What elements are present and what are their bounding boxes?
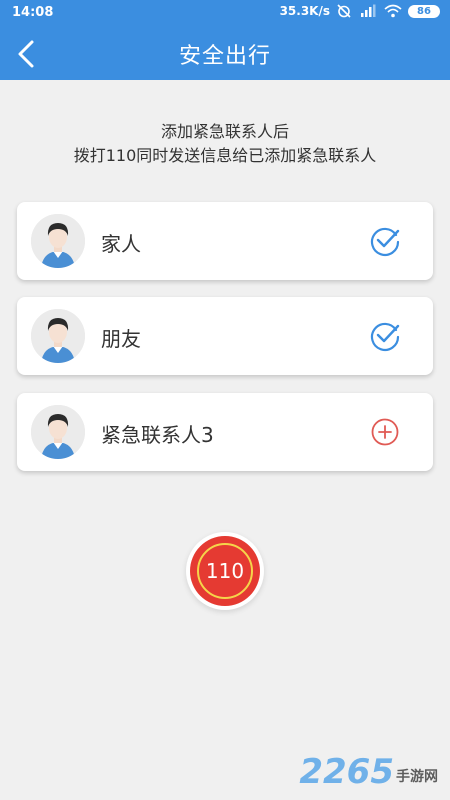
avatar [31,214,85,268]
safe-travel-screen: 14:08 35.3K/s 86 安全出行 添加紧急联系人后 拨打110同时发送… [0,0,450,800]
header-bar: 14:08 35.3K/s 86 安全出行 [0,0,450,80]
person-avatar-icon [31,309,85,363]
contact-name: 紧急联系人3 [101,423,214,447]
network-speed: 35.3K/s [279,4,330,18]
site-watermark: 2265 手游网 [299,752,438,792]
call-110-button[interactable]: 110 [190,536,260,606]
call-110-label: 110 [205,559,245,583]
wifi-icon [384,4,402,18]
avatar [31,309,85,363]
status-time: 14:08 [12,5,54,20]
contact-card[interactable]: 紧急联系人3 [17,393,433,471]
intro-line-2: 拨打110同时发送信息给已添加紧急联系人 [73,146,377,165]
status-bar: 14:08 35.3K/s 86 [0,0,450,26]
contact-card[interactable]: 家人 [17,202,433,280]
nav-bar: 安全出行 [0,26,450,80]
watermark-number: 2265 [299,752,394,792]
plus-circle-icon[interactable] [369,416,401,448]
avatar [31,405,85,459]
person-avatar-icon [31,214,85,268]
battery-indicator: 86 [408,4,440,18]
check-circle-icon[interactable] [369,225,401,257]
check-circle-icon[interactable] [369,320,401,352]
person-avatar-icon [31,405,85,459]
status-right-group: 35.3K/s 86 [280,4,440,18]
hd-signal-icon [360,4,378,18]
intro-text: 添加紧急联系人后 拨打110同时发送信息给已添加紧急联系人 [0,120,450,168]
contact-card[interactable]: 朋友 [17,297,433,375]
contact-name: 朋友 [101,327,141,351]
watermark-text: 手游网 [396,769,438,785]
intro-line-1: 添加紧急联系人后 [160,122,289,141]
contact-name: 家人 [101,232,141,256]
page-title: 安全出行 [178,44,271,69]
call-110-button-wrapper: 110 [186,532,264,610]
alarm-off-icon [336,4,354,18]
call-110-ring: 110 [197,543,253,599]
